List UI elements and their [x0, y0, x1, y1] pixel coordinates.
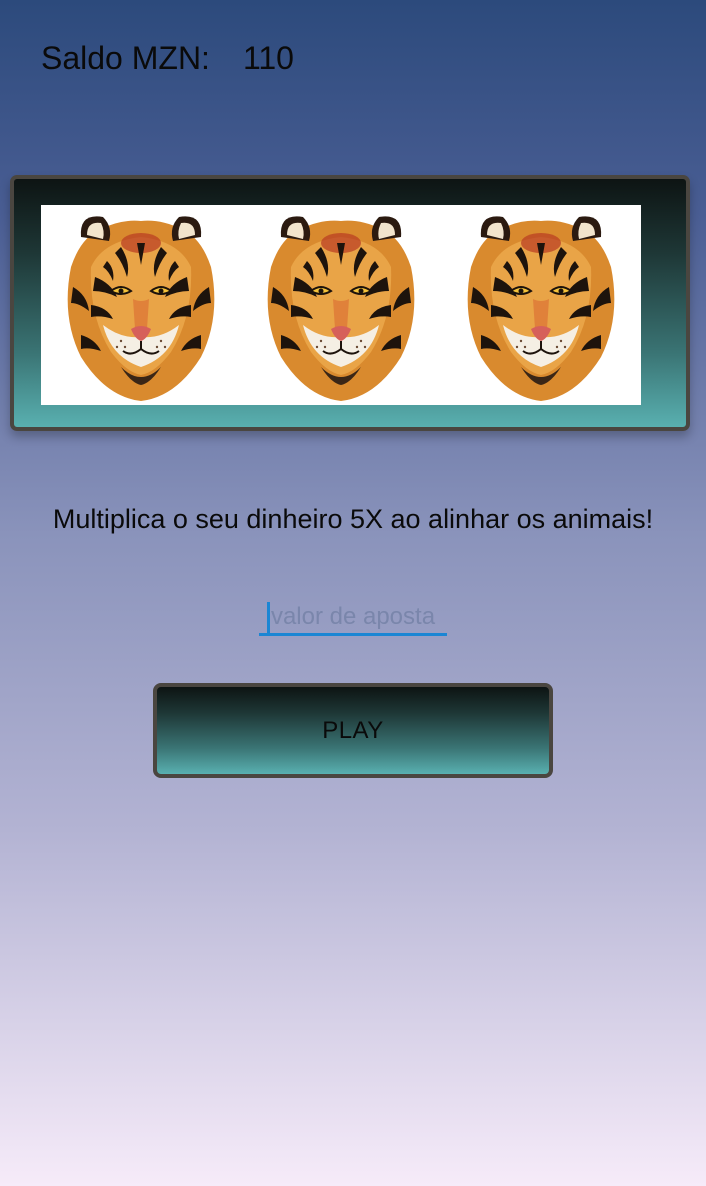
slot-machine-frame — [10, 175, 690, 431]
balance-display: Saldo MZN: 110 — [41, 40, 294, 77]
tiger-face-icon — [251, 207, 431, 403]
balance-label: Saldo MZN: — [41, 40, 210, 76]
balance-value: 110 — [242, 40, 294, 76]
reel-2 — [241, 205, 441, 405]
reel-1 — [41, 205, 241, 405]
play-button[interactable]: PLAY — [153, 683, 553, 778]
bet-amount-input[interactable] — [259, 600, 447, 634]
bet-amount-field[interactable] — [259, 600, 447, 636]
tiger-face-icon — [51, 207, 231, 403]
tiger-face-icon — [451, 207, 631, 403]
reel-3 — [441, 205, 641, 405]
promo-text: Multiplica o seu dinheiro 5X ao alinhar … — [52, 504, 654, 534]
play-button-label: PLAY — [322, 716, 384, 744]
slot-reels — [41, 205, 641, 405]
app-screen: Saldo MZN: 110 Multiplica o seu dinheiro… — [0, 0, 706, 1186]
